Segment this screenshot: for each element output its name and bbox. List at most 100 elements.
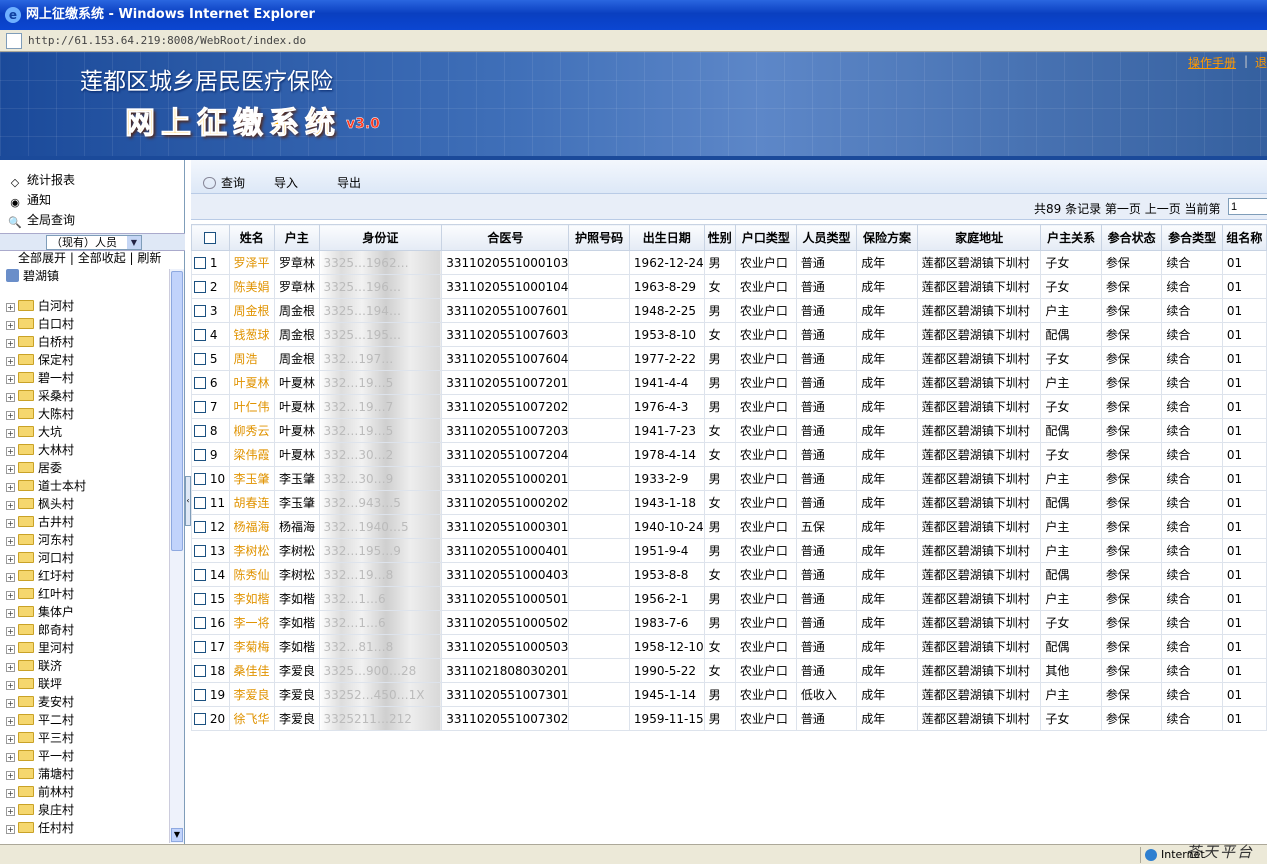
cell-name[interactable]: 李如楷 [228,586,275,611]
row-checkbox[interactable] [194,640,206,653]
expand-plus-icon[interactable]: + [6,789,15,798]
column-header[interactable]: 出生日期 [628,224,705,251]
expand-plus-icon[interactable]: + [6,609,15,618]
row-checkbox[interactable] [194,256,206,269]
row-checkbox[interactable] [194,424,206,437]
table-row[interactable]: 11 胡春连 李玉肇 332…943…5 3311020551000202 1943-1-… [191,490,1267,515]
expand-plus-icon[interactable]: + [6,807,15,816]
tree-node-village[interactable]: + 红圩村 [6,567,74,585]
row-select-cell[interactable]: 15 [191,586,230,611]
column-header[interactable]: 家庭地址 [916,224,1042,251]
cell-name[interactable]: 周浩 [228,346,275,371]
row-checkbox[interactable] [194,712,206,725]
expand-plus-icon[interactable]: + [6,465,15,474]
import-button[interactable]: 导入 [274,174,298,191]
cell-name[interactable]: 梁伟霞 [228,442,275,467]
row-checkbox[interactable] [194,448,206,461]
column-header[interactable]: 户主关系 [1040,224,1102,251]
tree-node-village[interactable]: + 里河村 [6,639,74,657]
table-row[interactable]: 2 陈美娟 罗章林 3325…196… 3311020551000104 1963-8-2… [191,274,1267,299]
expand-plus-icon[interactable]: + [6,375,15,384]
select-all-checkbox[interactable] [204,231,217,244]
tree-node-village[interactable]: + 古井村 [6,513,74,531]
expand-plus-icon[interactable]: + [6,393,15,402]
row-checkbox[interactable] [194,280,206,293]
table-row[interactable]: 9 梁伟霞 叶夏林 332…30…2 3311020551007204 1978-4-14… [191,442,1267,467]
tree-node-village[interactable]: + 河口村 [6,549,74,567]
table-row[interactable]: 8 柳秀云 叶夏林 332…19…5 3311020551007203 1941-7-23… [191,418,1267,443]
expand-plus-icon[interactable]: + [6,825,15,834]
cell-name[interactable]: 胡春连 [228,490,275,515]
table-row[interactable]: 10 李玉肇 李玉肇 332…30…9 3311020551000201 1933-2-9… [191,466,1267,491]
query-button[interactable]: 查询 [203,174,245,191]
cell-name[interactable]: 柳秀云 [228,418,275,443]
expand-plus-icon[interactable]: + [6,411,15,420]
tree-node-village[interactable]: + 红叶村 [6,585,74,603]
expand-plus-icon[interactable]: + [6,501,15,510]
select-all-header[interactable] [191,224,230,251]
tree-node-village[interactable]: + 麦安村 [6,693,74,711]
column-header[interactable]: 参合状态 [1100,224,1163,251]
row-select-cell[interactable]: 1 [191,250,230,275]
tree-node-village[interactable]: + 居委 [6,459,62,477]
expand-plus-icon[interactable]: + [6,645,15,654]
collapse-all-link[interactable]: 全部收起 [78,251,126,265]
cell-name[interactable]: 李一将 [228,610,275,635]
expand-plus-icon[interactable]: + [6,591,15,600]
row-checkbox[interactable] [194,376,206,389]
row-select-cell[interactable]: 18 [191,658,230,683]
cell-name[interactable]: 桑佳佳 [228,658,275,683]
row-checkbox[interactable] [194,520,206,533]
cell-name[interactable]: 李爱良 [228,682,275,707]
tree-node-village[interactable]: + 白河村 [6,297,74,315]
expand-plus-icon[interactable]: + [6,753,15,762]
tree-node-village[interactable]: + 河东村 [6,531,74,549]
cell-name[interactable]: 李玉肇 [228,466,275,491]
column-header[interactable]: 护照号码 [568,224,630,251]
column-header[interactable]: 户口类型 [734,224,797,251]
table-row[interactable]: 4 钱葱球 周金根 3325…195… 3311020551007603 1953-8-1… [191,322,1267,347]
expand-plus-icon[interactable]: + [6,519,15,528]
expand-plus-icon[interactable]: + [6,555,15,564]
column-header[interactable]: 合医号 [441,224,570,251]
cell-name[interactable]: 周金根 [228,298,275,323]
table-row[interactable]: 14 陈秀仙 李树松 332…19…8 3311020551000403 1953-8-8… [191,562,1267,587]
logout-link[interactable]: 退 [1255,54,1267,71]
row-select-cell[interactable]: 16 [191,610,230,635]
tree-node-village[interactable]: + 白桥村 [6,333,74,351]
cell-name[interactable]: 叶夏林 [228,370,275,395]
row-select-cell[interactable]: 3 [191,298,230,323]
row-select-cell[interactable]: 8 [191,418,230,443]
tree-node-village[interactable]: + 郎奇村 [6,621,74,639]
tree-node-village[interactable]: + 保定村 [6,351,74,369]
row-checkbox[interactable] [194,568,206,581]
expand-plus-icon[interactable]: + [6,771,15,780]
expand-plus-icon[interactable]: + [6,735,15,744]
row-checkbox[interactable] [194,664,206,677]
tree-node-village[interactable]: + 大林村 [6,441,74,459]
tree-node-village[interactable]: + 枫头村 [6,495,74,513]
row-select-cell[interactable]: 13 [191,538,230,563]
row-select-cell[interactable]: 19 [191,682,230,707]
tree-node-village[interactable]: + 联坪 [6,675,62,693]
person-type-select[interactable]: （现有）人员 ▼ [46,235,142,250]
expand-plus-icon[interactable]: + [6,681,15,690]
tree-node-village[interactable]: + 集体户 [6,603,74,621]
table-row[interactable]: 5 周浩 周金根 332…197… 3311020551007604 1977-2-22 男… [191,346,1267,371]
expand-plus-icon[interactable]: + [6,717,15,726]
tree-node-village[interactable]: + 前林村 [6,783,74,801]
row-select-cell[interactable]: 6 [191,370,230,395]
column-header[interactable]: 户主 [273,224,320,251]
expand-plus-icon[interactable]: + [6,627,15,636]
row-select-cell[interactable]: 12 [191,514,230,539]
table-row[interactable]: 1 罗泽平 罗章林 3325…1962… 3311020551000103 1962-12… [191,250,1267,275]
cell-name[interactable]: 李树松 [228,538,275,563]
expand-plus-icon[interactable]: + [6,447,15,456]
table-row[interactable]: 13 李树松 李树松 332…195…9 3311020551000401 1951-9-… [191,538,1267,563]
cell-name[interactable]: 徐飞华 [228,706,275,731]
tree-node-village[interactable]: + 白口村 [6,315,74,333]
expand-plus-icon[interactable]: + [6,429,15,438]
row-select-cell[interactable]: 5 [191,346,230,371]
cell-name[interactable]: 李菊梅 [228,634,275,659]
row-select-cell[interactable]: 7 [191,394,230,419]
